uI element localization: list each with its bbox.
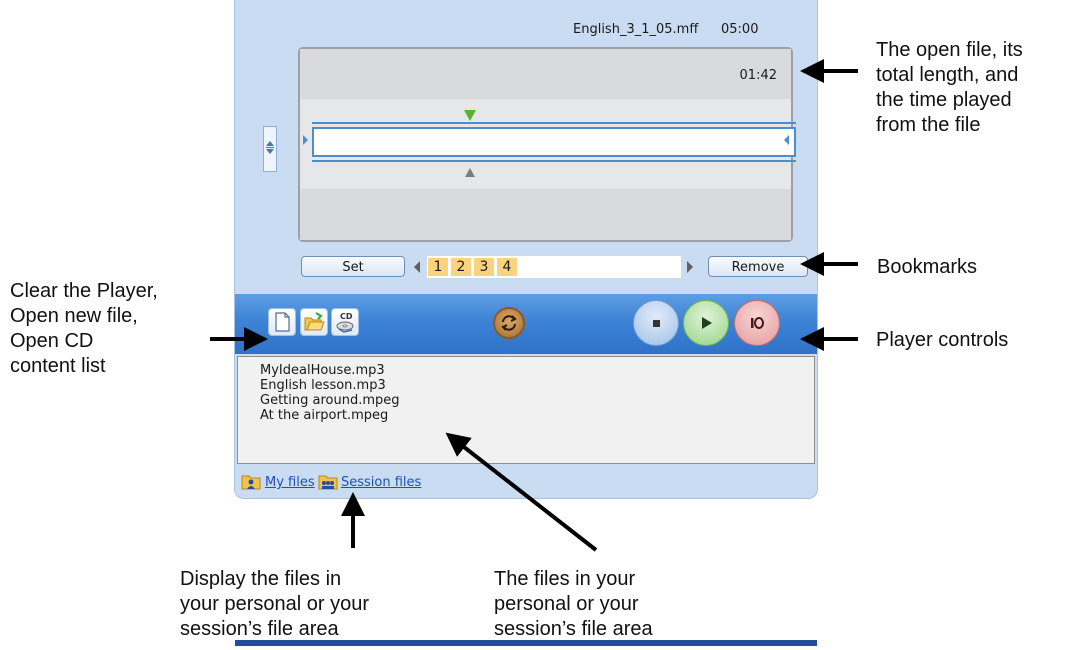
annotation-display-files: Display the files in your personal or yo… [180,568,369,640]
arrow-files-area [445,432,598,552]
annotation-file-info: The open file, its total length, and the… [876,39,1023,136]
annotation-player-controls: Player controls [876,329,1009,351]
annotation-files-area: The files in your personal or your sessi… [494,568,653,640]
annotation-clear-open: Clear the Player, Open new file, Open CD… [10,280,158,377]
annotation-bookmarks: Bookmarks [877,256,978,278]
